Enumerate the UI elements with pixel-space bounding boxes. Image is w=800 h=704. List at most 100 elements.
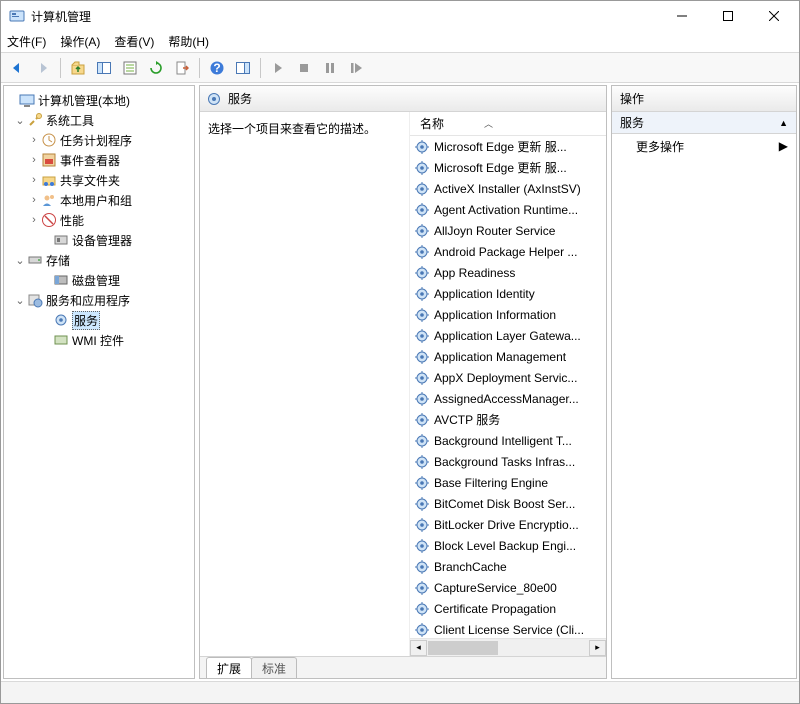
service-row[interactable]: Application Identity [410, 283, 606, 304]
menu-action[interactable]: 操作(A) [60, 33, 100, 50]
service-row[interactable]: Android Package Helper ... [410, 241, 606, 262]
collapse-icon[interactable]: ⌄ [14, 254, 26, 267]
tree-task-scheduler[interactable]: › 任务计划程序 [4, 130, 194, 150]
play-button[interactable] [266, 56, 290, 80]
show-hide-tree-button[interactable] [92, 56, 116, 80]
service-row[interactable]: CaptureService_80e00 [410, 577, 606, 598]
expand-icon[interactable]: › [28, 194, 40, 206]
service-name: AllJoyn Router Service [434, 224, 555, 238]
service-row[interactable]: Block Level Backup Engi... [410, 535, 606, 556]
close-button[interactable] [751, 1, 797, 31]
expand-icon[interactable]: › [28, 174, 40, 186]
service-row[interactable]: Application Layer Gatewa... [410, 325, 606, 346]
tree-system-tools[interactable]: ⌄ 系统工具 [4, 110, 194, 130]
tree-storage[interactable]: ⌄ 存储 [4, 250, 194, 270]
properties-button[interactable] [118, 56, 142, 80]
service-name: Application Information [434, 308, 556, 322]
service-row[interactable]: AssignedAccessManager... [410, 388, 606, 409]
service-name: Application Identity [434, 287, 535, 301]
tree-wmi[interactable]: WMI 控件 [4, 330, 194, 350]
list-header[interactable]: 名称 ︿ [410, 112, 606, 136]
forward-button[interactable] [31, 56, 55, 80]
gear-icon [414, 559, 430, 575]
scroll-thumb[interactable] [428, 641, 498, 655]
restart-button[interactable] [344, 56, 368, 80]
tools-icon [27, 112, 43, 128]
refresh-button[interactable] [144, 56, 168, 80]
service-row[interactable]: Agent Activation Runtime... [410, 199, 606, 220]
service-name: App Readiness [434, 266, 515, 280]
up-button[interactable] [66, 56, 90, 80]
service-row[interactable]: Client License Service (Cli... [410, 619, 606, 638]
tree-event-viewer[interactable]: › 事件查看器 [4, 150, 194, 170]
service-row[interactable]: Background Tasks Infras... [410, 451, 606, 472]
export-button[interactable] [170, 56, 194, 80]
tab-standard[interactable]: 标准 [251, 657, 297, 679]
show-hide-action-button[interactable] [231, 56, 255, 80]
collapse-up-icon[interactable]: ▲ [779, 118, 788, 128]
gear-icon [414, 391, 430, 407]
menu-view[interactable]: 查看(V) [114, 33, 154, 50]
minimize-button[interactable] [659, 1, 705, 31]
service-row[interactable]: Application Information [410, 304, 606, 325]
tree-local-users[interactable]: › 本地用户和组 [4, 190, 194, 210]
tree-disk-management[interactable]: 磁盘管理 [4, 270, 194, 290]
gear-icon [53, 312, 69, 328]
tree-device-manager[interactable]: 设备管理器 [4, 230, 194, 250]
service-row[interactable]: AllJoyn Router Service [410, 220, 606, 241]
actions-pane: 操作 服务 ▲ 更多操作 ▶ [611, 85, 797, 679]
service-row[interactable]: BitLocker Drive Encryptio... [410, 514, 606, 535]
collapse-icon[interactable]: ⌄ [14, 294, 26, 307]
service-row[interactable]: BitComet Disk Boost Ser... [410, 493, 606, 514]
expand-icon[interactable]: › [28, 134, 40, 146]
tree-shared-folders[interactable]: › 共享文件夹 [4, 170, 194, 190]
scroll-right-icon[interactable]: ▸ [589, 640, 606, 656]
tree-services[interactable]: 服务 [4, 310, 194, 330]
gear-icon [414, 454, 430, 470]
expand-icon[interactable]: › [28, 154, 40, 166]
clock-icon [41, 132, 57, 148]
gear-icon [414, 307, 430, 323]
service-name: BitComet Disk Boost Ser... [434, 497, 575, 511]
service-row[interactable]: AppX Deployment Servic... [410, 367, 606, 388]
menu-file[interactable]: 文件(F) [7, 33, 46, 50]
tree-performance[interactable]: › 性能 [4, 210, 194, 230]
service-row[interactable]: Base Filtering Engine [410, 472, 606, 493]
toolbar-separator [199, 58, 200, 78]
column-name[interactable]: 名称 ︿ [410, 115, 606, 132]
horizontal-scrollbar[interactable]: ◂ ▸ [410, 638, 606, 656]
gear-icon [414, 244, 430, 260]
service-row[interactable]: Microsoft Edge 更新 服... [410, 157, 606, 178]
service-row[interactable]: BranchCache [410, 556, 606, 577]
service-row[interactable]: Background Intelligent T... [410, 430, 606, 451]
maximize-button[interactable] [705, 1, 751, 31]
collapse-icon[interactable]: ⌄ [14, 114, 26, 127]
actions-more[interactable]: 更多操作 ▶ [612, 134, 796, 158]
stop-button[interactable] [292, 56, 316, 80]
actions-section[interactable]: 服务 ▲ [612, 112, 796, 134]
tab-extended[interactable]: 扩展 [206, 657, 252, 679]
service-row[interactable]: ActiveX Installer (AxInstSV) [410, 178, 606, 199]
center-header: 服务 [200, 86, 606, 112]
service-row[interactable]: Certificate Propagation [410, 598, 606, 619]
list-rows[interactable]: Microsoft Edge 更新 服...Microsoft Edge 更新 … [410, 136, 606, 638]
pause-button[interactable] [318, 56, 342, 80]
bottom-tabs: 扩展 标准 [200, 656, 606, 678]
gear-icon [414, 265, 430, 281]
tree-pane[interactable]: 计算机管理(本地) ⌄ 系统工具 › 任务计划程序 › 事件查看器 › 共享文件… [3, 85, 195, 679]
gear-icon [206, 91, 222, 107]
expand-icon[interactable]: › [28, 214, 40, 226]
tree-root[interactable]: 计算机管理(本地) [4, 90, 194, 110]
service-name: Background Intelligent T... [434, 434, 572, 448]
service-row[interactable]: AVCTP 服务 [410, 409, 606, 430]
scroll-left-icon[interactable]: ◂ [410, 640, 427, 656]
menu-help[interactable]: 帮助(H) [168, 33, 209, 50]
service-row[interactable]: Application Management [410, 346, 606, 367]
service-row[interactable]: App Readiness [410, 262, 606, 283]
help-button[interactable]: ? [205, 56, 229, 80]
back-button[interactable] [5, 56, 29, 80]
gear-icon [414, 622, 430, 638]
tree-services-apps[interactable]: ⌄ 服务和应用程序 [4, 290, 194, 310]
service-row[interactable]: Microsoft Edge 更新 服... [410, 136, 606, 157]
gear-icon [414, 202, 430, 218]
